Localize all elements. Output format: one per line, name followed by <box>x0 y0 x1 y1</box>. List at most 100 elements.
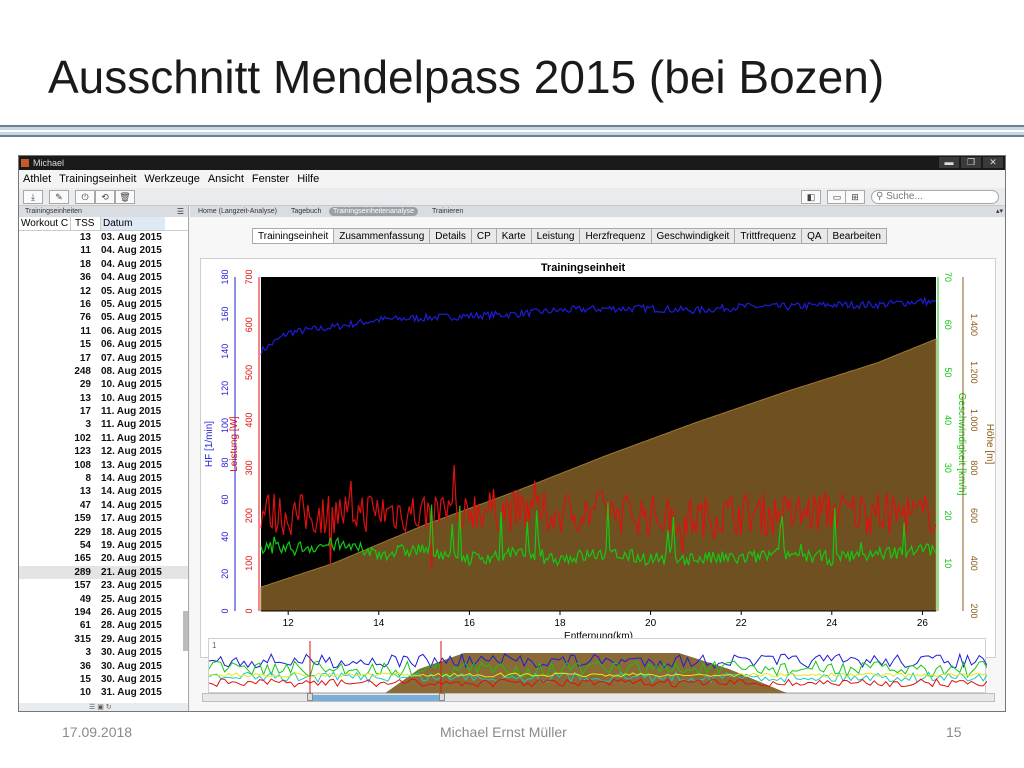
activity-row[interactable]: 36 04. Aug 2015 <box>19 271 188 284</box>
activity-row[interactable]: 229 18. Aug 2015 <box>19 526 188 539</box>
activity-sidebar: Trainingseinheiten ☰ Workout C TSS Datum… <box>19 206 189 711</box>
x-tick-label: 16 <box>464 618 476 629</box>
activity-row[interactable]: 11 04. Aug 2015 <box>19 244 188 257</box>
activity-row[interactable]: 76 05. Aug 2015 <box>19 311 188 324</box>
activity-row[interactable]: 17 11. Aug 2015 <box>19 405 188 418</box>
activity-row[interactable]: 47 14. Aug 2015 <box>19 499 188 512</box>
sidebar-header: Trainingseinheiten ☰ <box>19 206 188 217</box>
column-tss[interactable]: TSS <box>71 217 101 230</box>
tab-geschwindigkeit[interactable]: Geschwindigkeit <box>651 228 736 244</box>
tab-bearbeiten[interactable]: Bearbeiten <box>827 228 887 244</box>
activity-row[interactable]: 13 10. Aug 2015 <box>19 392 188 405</box>
activity-tss: 13 <box>79 232 91 243</box>
sidebar-title: Trainingseinheiten <box>25 208 82 215</box>
activity-row[interactable]: 16 05. Aug 2015 <box>19 298 188 311</box>
view-tagebuch[interactable]: Tagebuch <box>291 206 321 217</box>
maximize-icon[interactable]: ❐ <box>961 157 981 168</box>
hr-tick-label: 140 <box>220 344 230 359</box>
activity-tss: 11 <box>80 245 91 257</box>
activity-row[interactable]: 3 30. Aug 2015 <box>19 646 188 659</box>
menu-fenster[interactable]: Fenster <box>252 170 289 188</box>
activity-row[interactable]: 61 28. Aug 2015 <box>19 619 188 632</box>
tab-leistung[interactable]: Leistung <box>531 228 581 244</box>
activity-row[interactable]: 54 19. Aug 2015 <box>19 539 188 552</box>
menu-werkzeuge[interactable]: Werkzeuge <box>144 170 199 188</box>
tab-cp[interactable]: CP <box>471 228 497 244</box>
activity-row[interactable]: 159 17. Aug 2015 <box>19 512 188 525</box>
download-icon[interactable]: ⤓ <box>23 190 43 204</box>
activity-row[interactable]: 11 06. Aug 2015 <box>19 325 188 338</box>
activity-row[interactable]: 15 30. Aug 2015 <box>19 673 188 686</box>
tab-karte[interactable]: Karte <box>496 228 532 244</box>
activity-row[interactable]: 123 12. Aug 2015 <box>19 445 188 458</box>
range-handle-left[interactable] <box>307 693 313 701</box>
activity-tss: 16 <box>79 298 91 310</box>
activity-row[interactable]: 18 04. Aug 2015 <box>19 258 188 271</box>
view-trainieren[interactable]: Trainieren <box>432 206 463 217</box>
activity-row[interactable]: 29 10. Aug 2015 <box>19 378 188 391</box>
activity-row[interactable]: 289 21. Aug 2015 <box>19 565 188 580</box>
close-icon[interactable]: ✕ <box>983 157 1003 168</box>
tab-qa[interactable]: QA <box>802 228 828 244</box>
range-handle-right[interactable] <box>439 693 445 701</box>
activity-tss: 248 <box>74 365 91 377</box>
power-icon[interactable]: ⏻ <box>75 190 95 204</box>
power-tick-label: 0 <box>244 608 254 613</box>
activity-row[interactable]: 3 11. Aug 2015 <box>19 418 188 431</box>
column-workout[interactable]: Workout C <box>19 217 71 230</box>
column-date[interactable]: Datum <box>101 217 165 230</box>
activity-row[interactable]: 194 26. Aug 2015 <box>19 606 188 619</box>
activity-row[interactable]: 157 23. Aug 2015 <box>19 579 188 592</box>
sidebar-menu-icon[interactable]: ☰ <box>177 206 184 217</box>
edit-icon[interactable]: ✎ <box>49 190 69 204</box>
view-options-icon[interactable]: ▴▾ <box>996 206 1003 217</box>
sidebar-scrollbar[interactable] <box>183 611 188 651</box>
activity-row[interactable]: 10 31. Aug 2015 <box>19 686 188 699</box>
sidebar-footer[interactable]: ☰ ▣ ↻ <box>19 703 188 711</box>
altitude-tick-label: 600 <box>969 508 979 523</box>
activity-tss: 47 <box>79 499 91 511</box>
activity-row[interactable]: 12 05. Aug 2015 <box>19 285 188 298</box>
view-home[interactable]: Home (Langzeit-Analyse) <box>198 206 277 217</box>
overview-chart[interactable]: 1 <box>208 638 988 694</box>
minimize-icon[interactable]: ▬ <box>939 157 959 168</box>
menu-hilfe[interactable]: Hilfe <box>297 170 319 188</box>
menu-trainingseinheit[interactable]: Trainingseinheit <box>59 170 136 188</box>
search-input[interactable]: ⚲ Suche... <box>871 190 999 204</box>
layout-split-icon[interactable]: ⊞ <box>845 190 865 204</box>
activity-tss: 29 <box>79 379 91 391</box>
activity-row[interactable]: 8 14. Aug 2015 <box>19 472 188 485</box>
activity-row[interactable]: 165 20. Aug 2015 <box>19 552 188 565</box>
activity-date: 14. Aug 2015 <box>101 473 162 485</box>
tab-trittfrequenz[interactable]: Trittfrequenz <box>735 228 803 244</box>
activity-date: 04. Aug 2015 <box>101 272 162 284</box>
overview-lap-label: 1 <box>212 641 217 650</box>
tab-trainingseinheit[interactable]: Trainingseinheit <box>252 228 335 244</box>
activity-row[interactable]: 15 06. Aug 2015 <box>19 338 188 351</box>
activity-row[interactable]: 108 13. Aug 2015 <box>19 459 188 472</box>
activity-row[interactable]: 13 03. Aug 2015 <box>19 231 188 244</box>
tab-details[interactable]: Details <box>430 228 472 244</box>
activity-row[interactable]: 17 07. Aug 2015 <box>19 352 188 365</box>
window-controls: ▬ ❐ ✕ <box>939 157 1003 168</box>
activity-row[interactable]: 315 29. Aug 2015 <box>19 633 188 646</box>
activity-row[interactable]: 49 25. Aug 2015 <box>19 593 188 606</box>
activity-row[interactable]: 13 14. Aug 2015 <box>19 485 188 498</box>
sync-icon[interactable]: ⟲ <box>95 190 115 204</box>
window-title: Michael <box>33 158 65 168</box>
activity-row[interactable]: 102 11. Aug 2015 <box>19 432 188 445</box>
activity-row[interactable]: 36 30. Aug 2015 <box>19 660 188 673</box>
activity-date: 06. Aug 2015 <box>101 325 162 337</box>
menu-athlet[interactable]: Athlet <box>23 170 51 188</box>
menu-ansicht[interactable]: Ansicht <box>208 170 244 188</box>
activity-date: 11. Aug 2015 <box>101 419 162 431</box>
tab-herzfrequenz[interactable]: Herzfrequenz <box>580 228 652 244</box>
sidebar-toggle-icon[interactable]: ◧ <box>801 190 821 204</box>
chart-scrollbar[interactable] <box>202 693 995 702</box>
trash-icon[interactable]: 🗑 <box>115 190 135 204</box>
scroll-thumb[interactable] <box>311 695 441 701</box>
layout-single-icon[interactable]: ▭ <box>827 190 847 204</box>
view-trainingseinheitenanalyse[interactable]: Trainingseinheitenanalyse <box>329 207 419 216</box>
activity-row[interactable]: 248 08. Aug 2015 <box>19 365 188 378</box>
tab-zusammenfassung[interactable]: Zusammenfassung <box>334 228 431 244</box>
